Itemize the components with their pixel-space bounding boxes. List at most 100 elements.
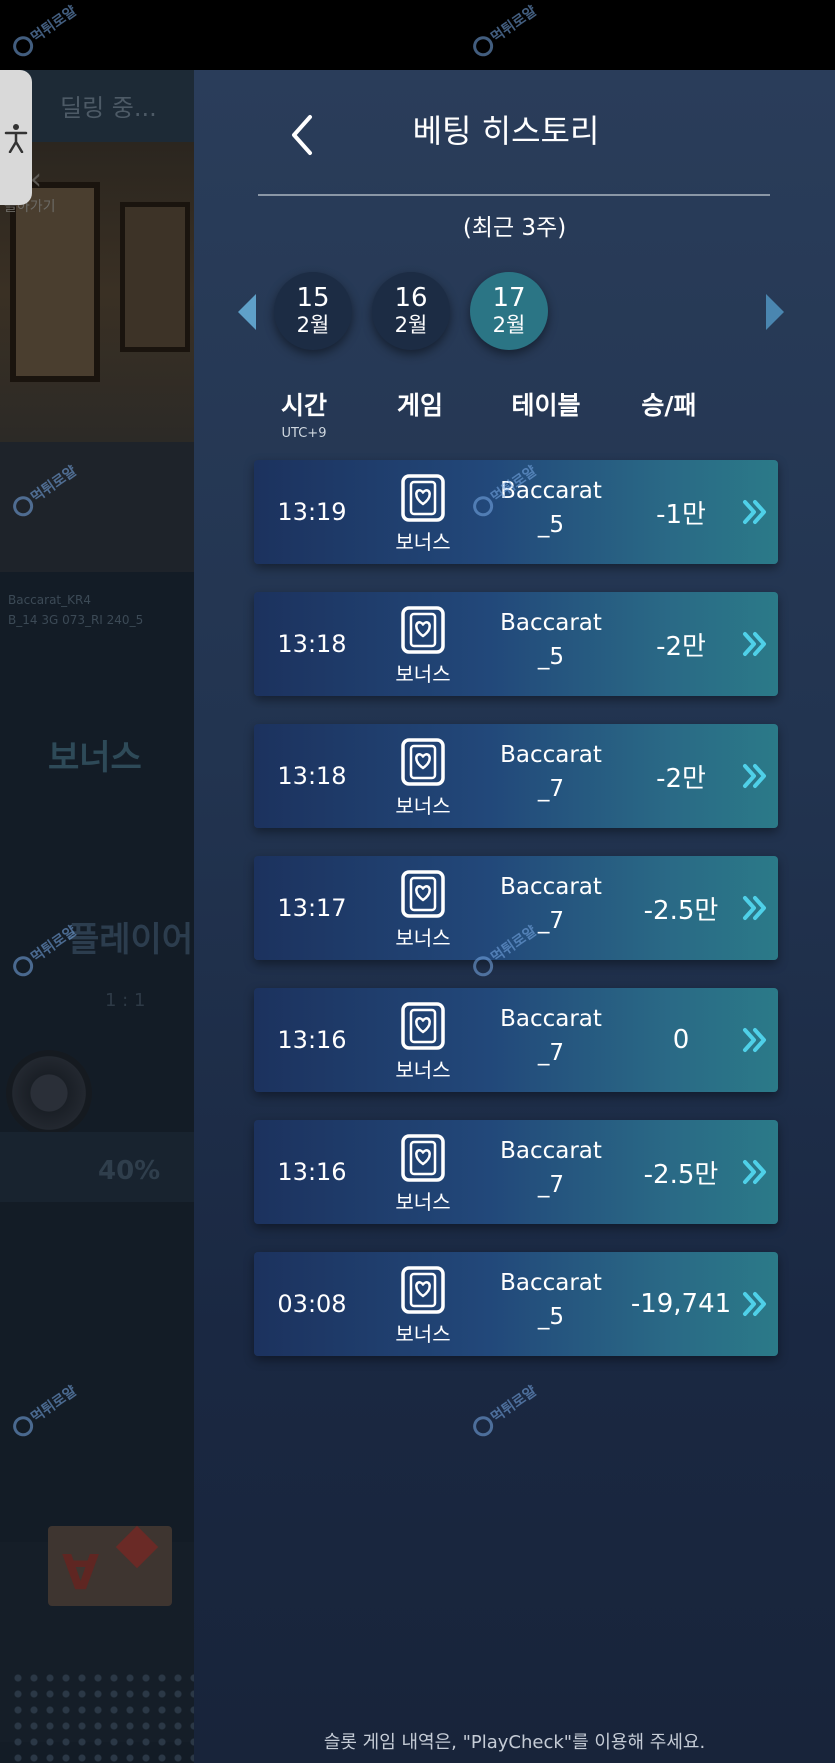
background-payout-ratio: 1 : 1 (105, 990, 146, 1011)
row-result: -2만 (656, 763, 706, 794)
row-table: Baccarat _5 (486, 1266, 616, 1334)
double-chevron-right-icon (743, 896, 766, 920)
background-player-label: 플레이어 (68, 920, 194, 960)
date-pill-16[interactable]: 16 2월 (372, 272, 450, 350)
history-row[interactable]: 13:18 보너스 Baccarat _7 -2만 (254, 724, 778, 828)
row-table-name: Baccarat (500, 610, 602, 636)
card-heart-icon (401, 474, 445, 522)
double-chevron-right-icon (743, 632, 766, 656)
history-row[interactable]: 13:18 보너스 Baccarat _5 -2만 (254, 592, 778, 696)
title-divider (258, 194, 770, 196)
prev-date-button[interactable] (238, 294, 256, 330)
background-table-info-line: Baccarat_KR4 (8, 593, 91, 607)
row-table: Baccarat _7 (486, 1002, 616, 1070)
background-chips-icon (6, 1050, 92, 1136)
column-header-game: 게임 (396, 391, 443, 420)
background-bonus-label: 보너스 (48, 738, 142, 778)
accessibility-icon (4, 123, 28, 153)
row-result: -19,741 (630, 1289, 732, 1319)
row-game: 보너스 (370, 460, 470, 564)
row-game: 보너스 (370, 856, 470, 960)
row-table: Baccarat _7 (486, 870, 616, 938)
date-day: 15 (296, 283, 330, 313)
date-month: 2월 (394, 313, 428, 337)
row-table-number: _5 (537, 644, 565, 670)
double-chevron-right-icon (743, 1292, 766, 1316)
double-chevron-right-icon (743, 1160, 766, 1184)
background-roadmap (10, 1670, 194, 1763)
date-day: 16 (394, 283, 428, 313)
status-bar-area (0, 0, 835, 70)
double-chevron-right-icon (743, 1028, 766, 1052)
background-window-frame (120, 202, 190, 352)
history-row[interactable]: 13:16 보너스 Baccarat _7 0 (254, 988, 778, 1092)
background-playing-card: A (48, 1525, 172, 1606)
card-heart-icon (401, 1134, 445, 1182)
row-table-number: _5 (537, 1304, 565, 1330)
row-result: 0 (672, 1025, 690, 1055)
row-result: -1만 (656, 499, 706, 530)
row-table: Baccarat _5 (486, 606, 616, 674)
column-header-result: 승/패 (641, 391, 697, 420)
row-result: -2.5만 (643, 1159, 719, 1190)
date-pill-17[interactable]: 17 2월 (470, 272, 548, 350)
row-game: 보너스 (370, 592, 470, 696)
background-game-screen: 딜링 중... ‹ 돌아가기 Baccarat_KR4 B_14 3G 073_… (0, 70, 194, 1763)
double-chevron-right-icon (743, 764, 766, 788)
page-title: 베팅 히스토리 (412, 112, 600, 150)
double-chevron-right-icon (743, 500, 766, 524)
row-game-label: 보너스 (395, 1058, 451, 1082)
row-table-number: _7 (537, 1172, 565, 1198)
row-table-name: Baccarat (500, 1006, 602, 1032)
diamond-suit-icon (115, 1525, 159, 1569)
background-band (0, 1132, 194, 1202)
row-time: 13:18 (277, 630, 347, 658)
footer-note: 슬롯 게임 내역은, "PlayCheck"를 이용해 주세요. (323, 1732, 706, 1753)
date-month: 2월 (296, 313, 330, 337)
row-game-label: 보너스 (395, 530, 451, 554)
row-game: 보너스 (370, 1252, 470, 1356)
card-heart-icon (401, 1266, 445, 1314)
next-date-button[interactable] (766, 294, 784, 330)
row-game-label: 보너스 (395, 662, 451, 686)
row-table: Baccarat _7 (486, 1134, 616, 1202)
row-time: 13:19 (277, 498, 347, 526)
back-button[interactable] (280, 107, 324, 163)
row-game-label: 보너스 (395, 1322, 451, 1346)
row-table-number: _7 (537, 776, 565, 802)
row-game-label: 보너스 (395, 926, 451, 950)
accessibility-button[interactable] (0, 70, 32, 205)
history-row[interactable]: 13:16 보너스 Baccarat _7 -2.5만 (254, 1120, 778, 1224)
row-table-name: Baccarat (500, 1270, 602, 1296)
card-heart-icon (401, 870, 445, 918)
row-table-name: Baccarat (500, 874, 602, 900)
row-time: 13:16 (277, 1026, 347, 1054)
date-pill-15[interactable]: 15 2월 (274, 272, 352, 350)
row-table-number: _7 (537, 908, 565, 934)
row-table-name: Baccarat (500, 1138, 602, 1164)
row-table: Baccarat _7 (486, 738, 616, 806)
history-row[interactable]: 03:08 보너스 Baccarat _5 -19,741 (254, 1252, 778, 1356)
background-card-rank: A (62, 1542, 100, 1598)
row-game-label: 보너스 (395, 1190, 451, 1214)
period-label: (최근 3주) (462, 215, 567, 241)
column-header-table: 테이블 (511, 391, 581, 420)
background-dealing-label: 딜링 중... (60, 94, 157, 122)
row-result: -2.5만 (643, 895, 719, 926)
background-table-info: Baccarat_KR4 B_14 3G 073_RI 240_5 (8, 590, 143, 630)
row-time: 13:17 (277, 894, 347, 922)
row-table-number: _5 (537, 512, 565, 538)
date-day: 17 (492, 283, 526, 313)
row-game: 보너스 (370, 1120, 470, 1224)
row-table-name: Baccarat (500, 742, 602, 768)
card-heart-icon (401, 606, 445, 654)
row-table-number: _7 (537, 1040, 565, 1066)
chevron-left-icon (292, 115, 312, 155)
date-month: 2월 (492, 313, 526, 337)
background-table-info-line: B_14 3G 073_RI 240_5 (8, 613, 144, 627)
background-percent: 40% (98, 1156, 161, 1186)
betting-history-panel: 베팅 히스토리 (최근 3주) 15 2월 16 2월 17 2월 시간 UTC… (194, 70, 835, 1763)
row-time: 13:16 (277, 1158, 347, 1186)
row-game: 보너스 (370, 724, 470, 828)
card-heart-icon (401, 738, 445, 786)
